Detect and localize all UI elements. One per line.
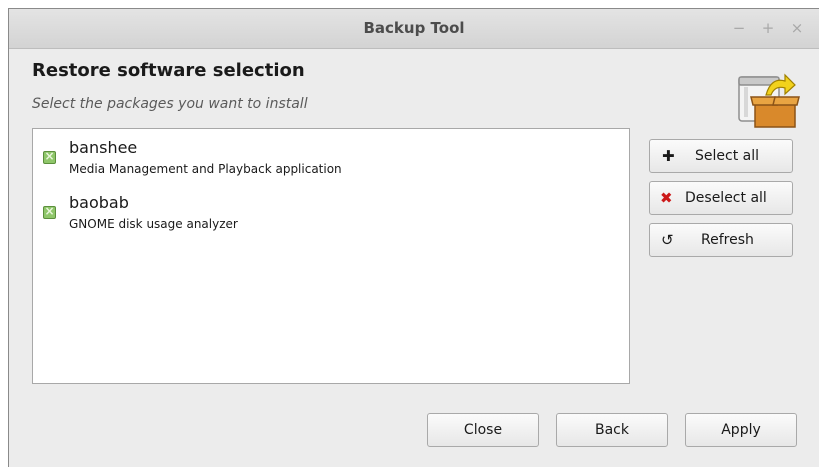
package-checkbox[interactable] [43, 149, 56, 164]
refresh-button[interactable]: ↺ Refresh [649, 223, 793, 257]
back-label: Back [595, 422, 629, 438]
plus-icon: ✚ [662, 147, 675, 165]
list-item[interactable]: baobab GNOME disk usage analyzer [33, 184, 629, 234]
close-window-button[interactable]: × [789, 20, 805, 36]
red-x-icon: ✖ [660, 189, 673, 207]
close-label: Close [463, 422, 503, 438]
package-description: GNOME disk usage analyzer [69, 217, 238, 231]
package-name: banshee [69, 138, 138, 157]
page-title: Restore software selection [32, 60, 305, 81]
list-item[interactable]: banshee Media Management and Playback ap… [33, 129, 629, 179]
title-bar[interactable]: Backup Tool − + × [9, 9, 819, 49]
refresh-icon: ↺ [661, 231, 674, 249]
back-button[interactable]: Back [556, 413, 668, 447]
backup-box-icon [738, 73, 800, 128]
maximize-button[interactable]: + [760, 20, 776, 36]
page-subtitle: Select the packages you want to install [32, 96, 308, 112]
minimize-button[interactable]: − [731, 20, 747, 36]
window-title: Backup Tool [363, 19, 465, 37]
deselect-all-label: Deselect all [685, 190, 767, 206]
package-name: baobab [69, 193, 129, 212]
close-button[interactable]: Close [427, 413, 539, 447]
package-description: Media Management and Playback applicatio… [69, 162, 342, 176]
apply-label: Apply [721, 422, 761, 438]
apply-button[interactable]: Apply [685, 413, 797, 447]
select-all-label: Select all [695, 148, 759, 164]
deselect-all-button[interactable]: ✖ Deselect all [649, 181, 793, 215]
package-list[interactable]: banshee Media Management and Playback ap… [32, 128, 630, 384]
select-all-button[interactable]: ✚ Select all [649, 139, 793, 173]
refresh-label: Refresh [701, 232, 754, 248]
package-checkbox[interactable] [43, 204, 56, 219]
